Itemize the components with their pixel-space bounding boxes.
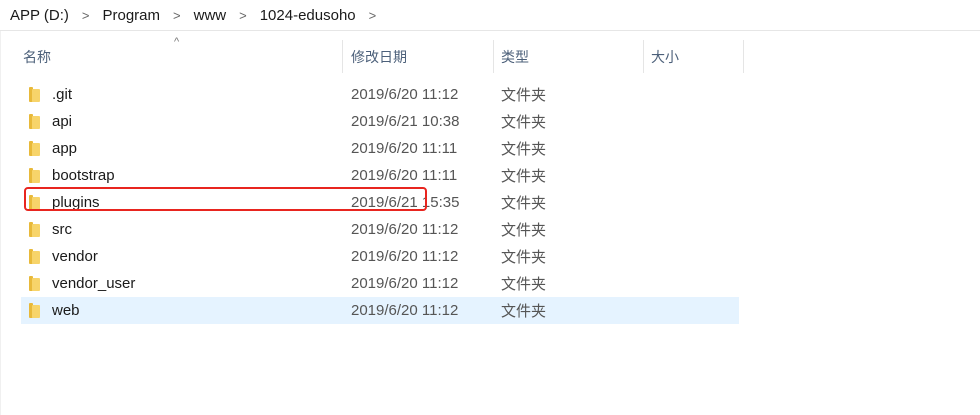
column-header-name[interactable]: 名称 bbox=[16, 40, 343, 73]
breadcrumb-program[interactable]: Program bbox=[101, 7, 163, 24]
folder-icon bbox=[29, 276, 43, 291]
file-name: .git bbox=[52, 86, 73, 103]
file-name: app bbox=[52, 140, 78, 157]
folder-icon bbox=[29, 249, 43, 264]
column-header-size[interactable]: 大小 bbox=[644, 40, 744, 73]
file-name: vendor bbox=[52, 248, 98, 265]
breadcrumb-drive[interactable]: APP (D:) bbox=[8, 7, 71, 24]
file-type: 文件夹 bbox=[501, 114, 547, 131]
file-row-plugins[interactable]: plugins 2019/6/21 15:35 文件夹 bbox=[21, 189, 739, 216]
file-row[interactable]: src 2019/6/20 11:12 文件夹 bbox=[21, 216, 739, 243]
file-type: 文件夹 bbox=[501, 141, 547, 158]
file-row-selected[interactable]: web 2019/6/20 11:12 文件夹 bbox=[21, 297, 739, 324]
folder-icon bbox=[29, 141, 43, 156]
file-name: plugins bbox=[52, 194, 100, 211]
file-type: 文件夹 bbox=[501, 87, 547, 104]
breadcrumb-current-folder[interactable]: 1024-edusoho bbox=[258, 7, 358, 24]
file-row[interactable]: api 2019/6/21 10:38 文件夹 bbox=[21, 108, 739, 135]
file-name: web bbox=[52, 302, 80, 319]
chevron-right-icon[interactable]: > bbox=[82, 8, 90, 23]
file-type: 文件夹 bbox=[501, 222, 547, 239]
file-date-modified: 2019/6/20 11:12 bbox=[351, 86, 459, 103]
file-date-modified: 2019/6/20 11:12 bbox=[351, 302, 459, 319]
folder-icon bbox=[29, 168, 43, 183]
folder-icon bbox=[29, 114, 43, 129]
chevron-right-icon[interactable]: > bbox=[239, 8, 247, 23]
file-type: 文件夹 bbox=[501, 276, 547, 293]
file-row[interactable]: .git 2019/6/20 11:12 文件夹 bbox=[21, 81, 739, 108]
chevron-right-icon[interactable]: > bbox=[173, 8, 181, 23]
breadcrumb: APP (D:) > Program > www > 1024-edusoho … bbox=[0, 0, 980, 31]
column-header-type[interactable]: 类型 bbox=[494, 40, 644, 73]
breadcrumb-www[interactable]: www bbox=[192, 7, 229, 24]
folder-icon bbox=[29, 303, 43, 318]
file-type: 文件夹 bbox=[501, 168, 547, 185]
file-name: vendor_user bbox=[52, 275, 136, 292]
file-type: 文件夹 bbox=[501, 195, 547, 212]
file-type: 文件夹 bbox=[501, 249, 547, 266]
file-row[interactable]: vendor 2019/6/20 11:12 文件夹 bbox=[21, 243, 739, 270]
folder-icon bbox=[29, 195, 43, 210]
navigation-pane-edge bbox=[0, 31, 1, 415]
file-name: api bbox=[52, 113, 73, 130]
file-date-modified: 2019/6/20 11:12 bbox=[351, 248, 459, 265]
file-date-modified: 2019/6/20 11:11 bbox=[351, 140, 458, 157]
file-type: 文件夹 bbox=[501, 303, 547, 320]
file-date-modified: 2019/6/20 11:12 bbox=[351, 221, 459, 238]
file-row[interactable]: vendor_user 2019/6/20 11:12 文件夹 bbox=[21, 270, 739, 297]
file-name: src bbox=[52, 221, 72, 238]
file-date-modified: 2019/6/21 15:35 bbox=[351, 194, 460, 211]
column-header-row: 名称 修改日期 类型 大小 bbox=[0, 40, 745, 73]
file-name: bootstrap bbox=[52, 167, 115, 184]
column-header-date-modified[interactable]: 修改日期 bbox=[344, 40, 494, 73]
chevron-right-icon[interactable]: > bbox=[369, 8, 377, 23]
folder-icon bbox=[29, 87, 43, 102]
file-date-modified: 2019/6/20 11:12 bbox=[351, 275, 459, 292]
file-date-modified: 2019/6/20 11:11 bbox=[351, 167, 458, 184]
file-row[interactable]: app 2019/6/20 11:11 文件夹 bbox=[21, 135, 739, 162]
file-row[interactable]: bootstrap 2019/6/20 11:11 文件夹 bbox=[21, 162, 739, 189]
file-date-modified: 2019/6/21 10:38 bbox=[351, 113, 460, 130]
folder-icon bbox=[29, 222, 43, 237]
